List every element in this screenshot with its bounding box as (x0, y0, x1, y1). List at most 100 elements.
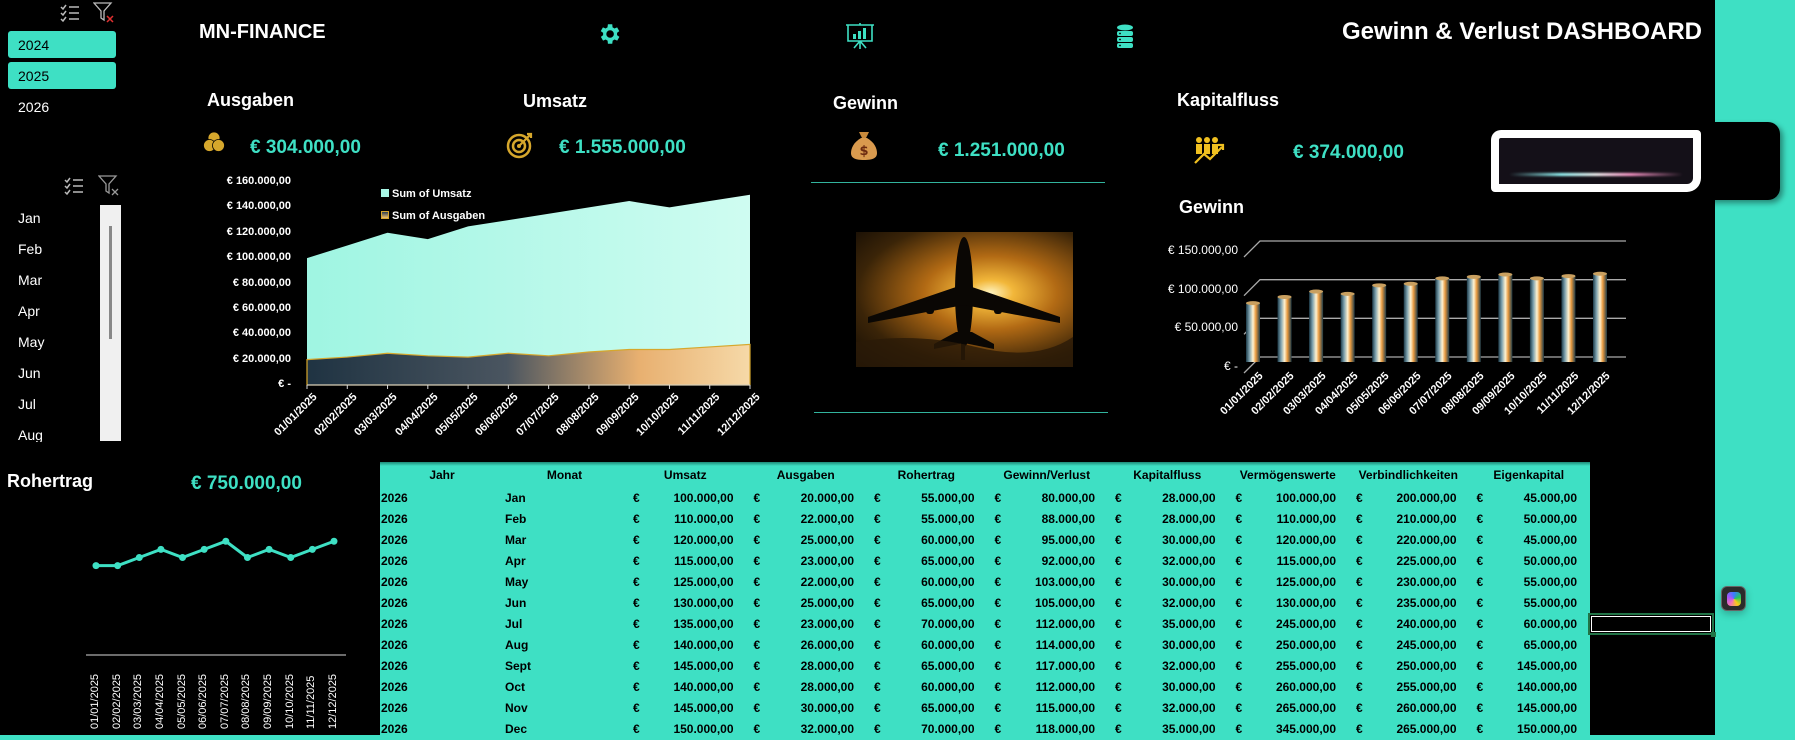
cell-gewinnverlust[interactable]: 80.000,00 (1042, 491, 1095, 505)
cell-rohertrag[interactable]: 70.000,00 (921, 617, 974, 631)
cell-rohertrag[interactable]: 55.000,00 (921, 491, 974, 505)
cell-ausgaben[interactable]: 26.000,00 (801, 638, 854, 652)
cell-eigenkapital[interactable]: 60.000,00 (1524, 617, 1577, 631)
cell-umsatz[interactable]: 130.000,00 (673, 596, 733, 610)
cell-gewinnverlust[interactable]: 118.000,00 (1036, 722, 1095, 736)
cell-umsatz[interactable]: 140.000,00 (673, 680, 733, 694)
cell-eigenkapital[interactable]: 50.000,00 (1524, 554, 1577, 568)
cell-ausgaben[interactable]: 22.000,00 (801, 575, 854, 589)
cell-kapitalfluss[interactable]: 28.000,00 (1162, 491, 1215, 505)
cell-verbindlichkeiten[interactable]: 210.000,00 (1396, 512, 1456, 526)
cell-rohertrag[interactable]: 65.000,00 (921, 659, 974, 673)
cell-jahr[interactable]: 2026 (381, 722, 408, 736)
cell-monat[interactable]: Aug (505, 638, 528, 652)
cell-verbindlichkeiten[interactable]: 245.000,00 (1396, 638, 1456, 652)
copilot-icon[interactable] (1721, 586, 1746, 611)
cell-verbindlichkeiten[interactable]: 235.000,00 (1396, 596, 1456, 610)
cell-rohertrag[interactable]: 70.000,00 (921, 722, 974, 736)
selected-cell[interactable] (1588, 613, 1716, 637)
cell-kapitalfluss[interactable]: 30.000,00 (1162, 533, 1215, 547)
column-header-verbindlichkeiten[interactable]: Verbindlichkeiten (1348, 468, 1469, 482)
cell-vermgenswerte[interactable]: 100.000,00 (1276, 491, 1336, 505)
cell-vermgenswerte[interactable]: 250.000,00 (1276, 638, 1336, 652)
cell-jahr[interactable]: 2026 (381, 659, 408, 673)
cell-jahr[interactable]: 2026 (381, 533, 408, 547)
cell-gewinnverlust[interactable]: 112.000,00 (1036, 680, 1095, 694)
cell-verbindlichkeiten[interactable]: 240.000,00 (1396, 617, 1456, 631)
cell-eigenkapital[interactable]: 45.000,00 (1524, 533, 1577, 547)
cell-kapitalfluss[interactable]: 32.000,00 (1162, 596, 1215, 610)
cell-umsatz[interactable]: 145.000,00 (673, 701, 733, 715)
cell-eigenkapital[interactable]: 50.000,00 (1524, 512, 1577, 526)
cell-rohertrag[interactable]: 60.000,00 (921, 533, 974, 547)
cell-eigenkapital[interactable]: 150.000,00 (1517, 722, 1577, 736)
column-header-monat[interactable]: Monat (504, 468, 625, 482)
cell-eigenkapital[interactable]: 145.000,00 (1517, 659, 1577, 673)
cell-gewinnverlust[interactable]: 114.000,00 (1036, 638, 1095, 652)
cell-jahr[interactable]: 2026 (381, 554, 408, 568)
cell-ausgaben[interactable]: 23.000,00 (801, 554, 854, 568)
cell-kapitalfluss[interactable]: 32.000,00 (1162, 701, 1215, 715)
cell-eigenkapital[interactable]: 145.000,00 (1517, 701, 1577, 715)
cell-jahr[interactable]: 2026 (381, 512, 408, 526)
cell-vermgenswerte[interactable]: 245.000,00 (1276, 617, 1336, 631)
cell-umsatz[interactable]: 120.000,00 (673, 533, 733, 547)
cell-verbindlichkeiten[interactable]: 260.000,00 (1396, 701, 1456, 715)
cell-jahr[interactable]: 2026 (381, 680, 408, 694)
cell-rohertrag[interactable]: 65.000,00 (921, 701, 974, 715)
cell-monat[interactable]: Jun (505, 596, 526, 610)
column-header-kapitalfluss[interactable]: Kapitalfluss (1107, 468, 1228, 482)
cell-kapitalfluss[interactable]: 30.000,00 (1162, 575, 1215, 589)
column-header-umsatz[interactable]: Umsatz (625, 468, 746, 482)
cell-rohertrag[interactable]: 60.000,00 (921, 680, 974, 694)
cell-verbindlichkeiten[interactable]: 255.000,00 (1396, 680, 1456, 694)
cell-eigenkapital[interactable]: 65.000,00 (1524, 638, 1577, 652)
cell-vermgenswerte[interactable]: 120.000,00 (1276, 533, 1336, 547)
cell-umsatz[interactable]: 110.000,00 (674, 512, 733, 526)
cell-ausgaben[interactable]: 32.000,00 (801, 722, 854, 736)
cell-umsatz[interactable]: 115.000,00 (674, 554, 733, 568)
cell-rohertrag[interactable]: 55.000,00 (921, 512, 974, 526)
column-header-rohertrag[interactable]: Rohertrag (866, 468, 987, 482)
cell-eigenkapital[interactable]: 45.000,00 (1524, 491, 1577, 505)
cell-ausgaben[interactable]: 20.000,00 (801, 491, 854, 505)
cell-monat[interactable]: Jan (505, 491, 526, 505)
cell-vermgenswerte[interactable]: 110.000,00 (1277, 512, 1336, 526)
column-header-vermgenswerte[interactable]: Vermögenswerte (1228, 468, 1349, 482)
cell-monat[interactable]: Sept (505, 659, 531, 673)
cell-jahr[interactable]: 2026 (381, 701, 408, 715)
cell-gewinnverlust[interactable]: 92.000,00 (1042, 554, 1095, 568)
cell-ausgaben[interactable]: 25.000,00 (801, 596, 854, 610)
cell-eigenkapital[interactable]: 55.000,00 (1524, 596, 1577, 610)
cell-umsatz[interactable]: 125.000,00 (673, 575, 733, 589)
cell-vermgenswerte[interactable]: 125.000,00 (1276, 575, 1336, 589)
cell-jahr[interactable]: 2026 (381, 491, 408, 505)
cell-vermgenswerte[interactable]: 345.000,00 (1276, 722, 1336, 736)
cell-ausgaben[interactable]: 22.000,00 (801, 512, 854, 526)
cell-umsatz[interactable]: 135.000,00 (673, 617, 733, 631)
cell-ausgaben[interactable]: 28.000,00 (801, 659, 854, 673)
cell-rohertrag[interactable]: 60.000,00 (921, 638, 974, 652)
cell-ausgaben[interactable]: 28.000,00 (801, 680, 854, 694)
cell-verbindlichkeiten[interactable]: 250.000,00 (1396, 659, 1456, 673)
cell-ausgaben[interactable]: 30.000,00 (801, 701, 854, 715)
cell-monat[interactable]: Nov (505, 701, 528, 715)
cell-gewinnverlust[interactable]: 105.000,00 (1035, 596, 1095, 610)
cell-gewinnverlust[interactable]: 112.000,00 (1036, 617, 1095, 631)
cell-gewinnverlust[interactable]: 95.000,00 (1042, 533, 1095, 547)
cell-umsatz[interactable]: 140.000,00 (673, 638, 733, 652)
cell-verbindlichkeiten[interactable]: 200.000,00 (1396, 491, 1456, 505)
cell-rohertrag[interactable]: 65.000,00 (921, 554, 974, 568)
cell-jahr[interactable]: 2026 (381, 575, 408, 589)
column-header-gewinnverlust[interactable]: Gewinn/Verlust (987, 468, 1108, 482)
cell-gewinnverlust[interactable]: 103.000,00 (1035, 575, 1095, 589)
cell-gewinnverlust[interactable]: 117.000,00 (1036, 659, 1095, 673)
cell-monat[interactable]: Oct (505, 680, 525, 694)
cell-jahr[interactable]: 2026 (381, 596, 408, 610)
fill-handle[interactable] (1711, 632, 1716, 637)
cell-vermgenswerte[interactable]: 130.000,00 (1276, 596, 1336, 610)
cell-vermgenswerte[interactable]: 265.000,00 (1276, 701, 1336, 715)
cell-umsatz[interactable]: 145.000,00 (673, 659, 733, 673)
cell-gewinnverlust[interactable]: 115.000,00 (1036, 701, 1095, 715)
cell-verbindlichkeiten[interactable]: 230.000,00 (1396, 575, 1456, 589)
